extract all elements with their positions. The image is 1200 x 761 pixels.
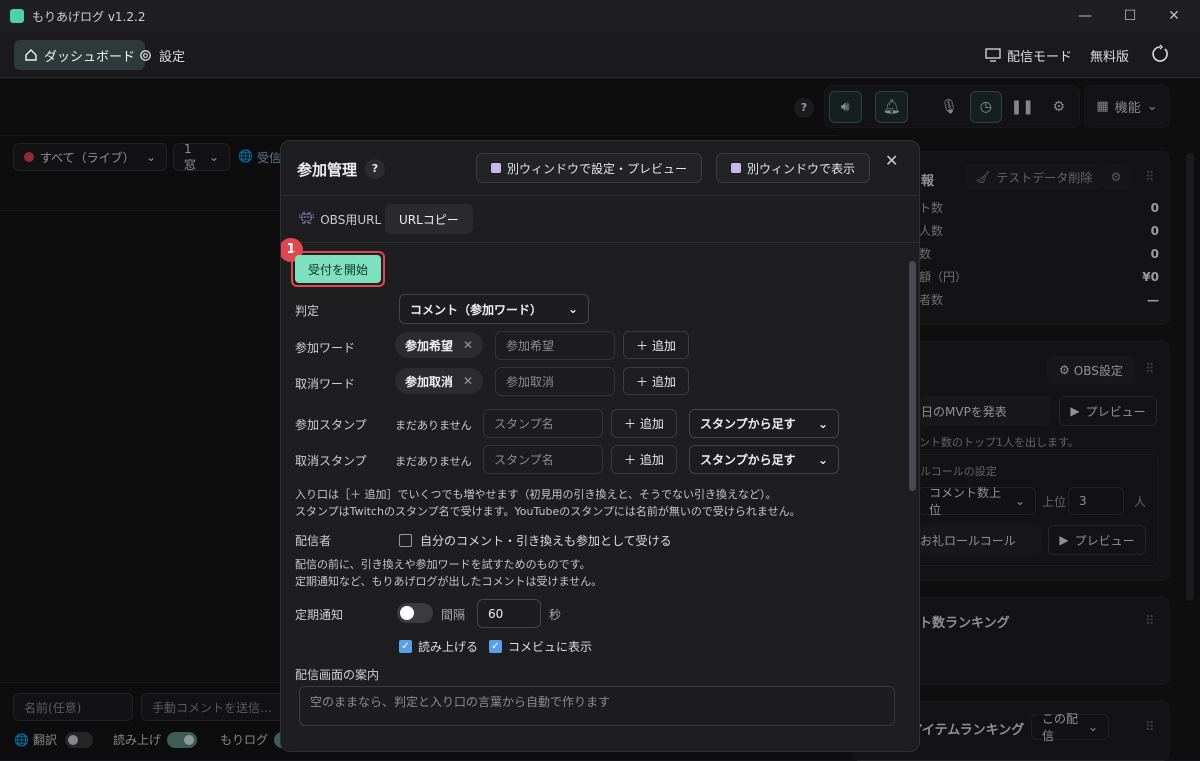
streamer-note-1: 配信の前に、引き換えや参加ワードを試すためのものです。	[295, 558, 591, 571]
join-word-tag: 参加希望 ✕	[395, 332, 484, 358]
settings-label: 設定	[159, 49, 186, 65]
obs-url-label: 👾︎ OBS用URL	[299, 211, 382, 227]
guide-label: 配信画面の案内	[295, 668, 380, 682]
chevron-down-icon: ⌄	[567, 302, 578, 316]
window-icon	[491, 163, 501, 173]
stream-mode-label: 配信モード	[1007, 49, 1073, 65]
chevron-down-icon: ⌄	[817, 416, 828, 431]
participation-modal: 参加管理 ? 別ウィンドウで設定・プレビュー 別ウィンドウで表示 ✕ 👾︎ OBS…	[280, 140, 920, 752]
title-bar: もりあげログ v1.2.2 — ☐ ✕	[0, 0, 1200, 32]
chevron-down-icon: ⌄	[817, 452, 828, 467]
periodic-toggle[interactable]	[397, 603, 433, 623]
gear-icon	[140, 49, 151, 61]
join-word-input[interactable]: 参加希望	[495, 331, 615, 360]
plan-button[interactable]: 無料版	[1080, 40, 1139, 70]
home-icon	[25, 49, 37, 61]
modal-close-button[interactable]: ✕	[885, 151, 898, 170]
streamer-checkbox-row[interactable]: 自分のコメント・引き換えも参加として受ける	[399, 532, 672, 549]
modal-help-button[interactable]: ?	[365, 159, 385, 179]
show-viewer-checkbox-row[interactable]: ✓ コメビュに表示	[489, 638, 592, 655]
open-settings-window-button[interactable]: 別ウィンドウで設定・プレビュー	[476, 153, 703, 183]
cancel-stamp-select[interactable]: スタンプから足す ⌄	[689, 445, 839, 474]
interval-input[interactable]: 60	[477, 599, 541, 628]
dashboard-label: ダッシュボード	[44, 49, 136, 65]
modal-title: 参加管理	[297, 161, 358, 179]
entry-note-2: スタンプはTwitchのスタンプ名で受けます。YouTubeのスタンプには名前が…	[295, 505, 801, 518]
read-aloud-checkbox-row[interactable]: ✓ 読み上げる	[399, 638, 478, 655]
cancel-word-input[interactable]: 参加取消	[495, 367, 615, 396]
join-stamp-label: 参加スタンプ	[295, 418, 367, 432]
guide-textarea[interactable]: 空のままなら、判定と入り口の言葉から自動で作ります	[299, 686, 895, 726]
add-join-stamp-button[interactable]: ＋ 追加	[611, 409, 677, 438]
maximize-button[interactable]: ☐	[1120, 6, 1140, 26]
app-logo-icon	[10, 9, 24, 23]
add-cancel-word-button[interactable]: ＋ 追加	[623, 367, 689, 395]
checkmark-icon[interactable]: ✓	[399, 640, 412, 653]
cancel-stamp-empty: まだありません	[395, 455, 472, 468]
interval-label: 間隔	[441, 608, 466, 622]
add-cancel-stamp-button[interactable]: ＋ 追加	[611, 445, 677, 474]
url-copy-button[interactable]: URLコピー	[385, 204, 473, 234]
open-display-window-button[interactable]: 別ウィンドウで表示	[716, 153, 871, 183]
entry-note-1: 入り口は［＋ 追加］でいくつでも増やせます（初見用の引き換えと、そうでない引き換…	[295, 488, 777, 501]
add-join-word-button[interactable]: ＋ 追加	[623, 331, 689, 359]
close-window-button[interactable]: ✕	[1164, 6, 1184, 26]
refresh-icon[interactable]	[1150, 44, 1172, 66]
join-stamp-empty: まだありません	[395, 419, 472, 432]
cancel-word-tag: 参加取消 ✕	[395, 368, 484, 394]
dashboard-tab[interactable]: ダッシュボード	[14, 40, 146, 70]
divider	[281, 242, 919, 243]
minimize-button[interactable]: —	[1075, 6, 1095, 26]
stream-mode-button[interactable]: 配信モード	[975, 40, 1082, 70]
join-stamp-select[interactable]: スタンプから足す ⌄	[689, 409, 839, 438]
cancel-word-label: 取消ワード	[295, 377, 356, 391]
periodic-label: 定期通知	[295, 608, 344, 622]
streamer-checkbox[interactable]	[399, 534, 412, 547]
judge-select[interactable]: コメント（参加ワード） ⌄	[399, 294, 589, 324]
checkmark-icon[interactable]: ✓	[489, 640, 502, 653]
join-stamp-input[interactable]: スタンプ名	[483, 409, 603, 438]
obs-icon: 👾︎	[299, 211, 315, 225]
streamer-note-2: 定期通知など、もりあげログが出したコメントは受けません。	[295, 575, 603, 588]
start-highlight: 受付を開始	[291, 251, 385, 287]
top-nav: ダッシュボード 設定 配信モード 無料版	[0, 32, 1200, 78]
join-word-label: 参加ワード	[295, 341, 356, 355]
monitor-icon	[985, 48, 1001, 62]
modal-scrollbar[interactable]	[909, 247, 916, 695]
window-icon	[731, 163, 741, 173]
scrollbar-thumb[interactable]	[909, 261, 916, 491]
seconds-label: 秒	[549, 608, 562, 622]
remove-tag-icon[interactable]: ✕	[463, 374, 473, 388]
remove-tag-icon[interactable]: ✕	[463, 338, 473, 352]
settings-tab[interactable]: 設定	[128, 40, 195, 70]
cancel-stamp-label: 取消スタンプ	[295, 454, 367, 468]
divider	[281, 195, 919, 196]
window-title: もりあげログ v1.2.2	[32, 10, 146, 24]
streamer-label: 配信者	[295, 534, 332, 548]
judge-label: 判定	[295, 304, 320, 318]
cancel-stamp-input[interactable]: スタンプ名	[483, 445, 603, 474]
start-accepting-button[interactable]: 受付を開始	[295, 255, 381, 283]
